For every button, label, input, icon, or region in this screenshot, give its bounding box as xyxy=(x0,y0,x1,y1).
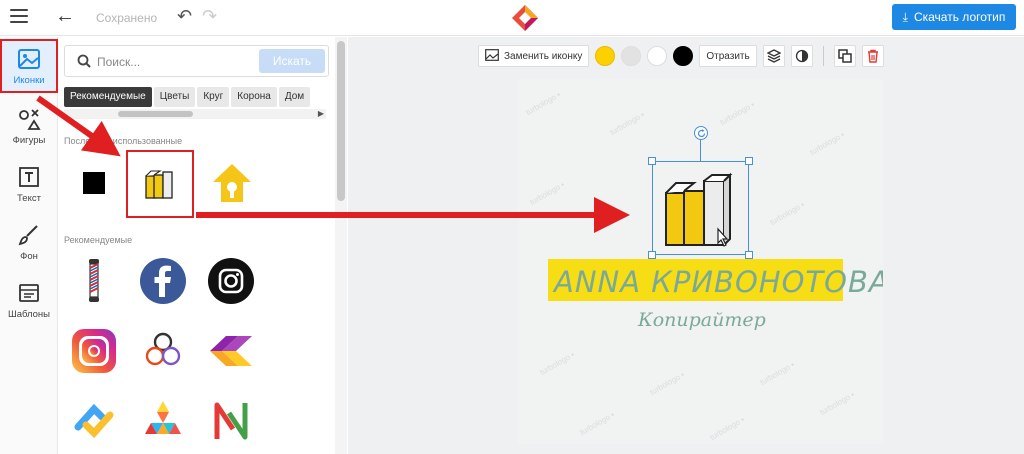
search-input[interactable] xyxy=(97,52,257,72)
category-tab[interactable]: Цветы xyxy=(153,87,196,107)
instagram-black-icon[interactable] xyxy=(205,255,257,307)
text-icon xyxy=(16,164,42,190)
color-swatch-white[interactable] xyxy=(647,46,668,66)
templates-icon xyxy=(16,280,42,306)
rail-item-label: Фон xyxy=(20,251,38,262)
category-tab[interactable]: Рекомендуемые xyxy=(64,87,152,107)
category-scrollbar[interactable]: ▶ xyxy=(64,109,326,119)
link-knot-icon[interactable] xyxy=(68,395,120,447)
color-swatch-yellow[interactable] xyxy=(595,46,616,66)
replace-icon-label: Заменить иконку xyxy=(504,50,583,62)
resize-handle[interactable] xyxy=(745,157,753,165)
category-tab[interactable]: Круг xyxy=(197,87,230,107)
mirror-button[interactable]: Отразить xyxy=(699,45,757,67)
toolbar-divider xyxy=(822,46,824,66)
editor-workspace: Заменить иконку Отразить turbologo ▪ tur… xyxy=(348,37,1024,454)
watermark: turbologo ▪ xyxy=(768,199,807,228)
watermark: turbologo ▪ xyxy=(718,99,757,128)
rail-item-icons[interactable]: Иконки xyxy=(0,39,58,93)
hamburger-menu-icon[interactable] xyxy=(10,9,28,25)
watermark: turbologo ▪ xyxy=(608,109,647,138)
watermark: turbologo ▪ xyxy=(524,89,563,118)
barber-pole-icon[interactable] xyxy=(68,255,120,307)
recommended-section-title: Рекомендуемые xyxy=(64,235,133,245)
abstract-chevron-icon[interactable] xyxy=(205,325,257,377)
color-swatch-gray[interactable] xyxy=(621,46,642,66)
back-arrow-icon[interactable]: ← xyxy=(55,6,75,26)
recent-section-title: Последние использованные xyxy=(64,136,183,146)
icon-toolbar: Заменить иконку Отразить xyxy=(478,43,884,69)
triquetra-icon[interactable] xyxy=(137,325,189,377)
layers-icon[interactable] xyxy=(762,45,785,67)
watermark: turbologo ▪ xyxy=(708,414,747,443)
category-tab[interactable]: Корона xyxy=(231,87,277,107)
watermark: turbologo ▪ xyxy=(538,349,577,378)
instagram-color-icon[interactable] xyxy=(68,325,120,377)
rotate-handle-icon[interactable] xyxy=(694,126,708,140)
download-logo-label: Скачать логотип xyxy=(913,10,1006,24)
rail-item-label: Шаблоны xyxy=(7,309,50,320)
left-rail: Иконки Фигуры Текст Фон Шаблоны xyxy=(0,37,58,454)
resize-handle[interactable] xyxy=(648,157,656,165)
resize-handle[interactable] xyxy=(745,251,753,259)
logo-canvas[interactable]: turbologo ▪ turbologo ▪ turbologo ▪ turb… xyxy=(518,79,883,444)
rotation-line xyxy=(700,140,701,161)
selection-box[interactable] xyxy=(652,161,749,255)
rail-item-label: Текст xyxy=(17,193,41,204)
triangle-mosaic-icon[interactable] xyxy=(137,395,189,447)
panel-scrollbar[interactable] xyxy=(335,37,347,454)
recent-square-icon[interactable] xyxy=(68,157,120,209)
watermark: turbologo ▪ xyxy=(648,369,687,398)
category-tab[interactable]: Дом xyxy=(278,87,311,107)
saved-status: Сохранено xyxy=(96,11,158,25)
letter-n-logo-icon[interactable] xyxy=(205,395,257,447)
download-logo-button[interactable]: ⤓ Скачать логотип xyxy=(892,4,1016,30)
search-button[interactable]: Искать xyxy=(259,49,325,73)
color-swatch-black[interactable] xyxy=(673,46,694,66)
image-icon xyxy=(16,46,42,72)
icons-panel: Искать РекомендуемыеЦветыКругКоронаДом ▶… xyxy=(58,37,348,454)
top-bar: ← Сохранено ↶ ↷ ⤓ Скачать логотип xyxy=(0,0,1024,36)
facebook-icon[interactable] xyxy=(137,255,189,307)
logo-subtitle-text[interactable]: Копирайтер xyxy=(638,309,766,331)
rail-item-templates[interactable]: Шаблоны xyxy=(0,273,58,327)
recent-house-icon[interactable] xyxy=(206,157,258,209)
contrast-icon[interactable] xyxy=(790,45,813,67)
shapes-icon xyxy=(16,106,42,132)
scrollbar-thumb[interactable] xyxy=(337,41,345,201)
category-tabs: Рекомендуемые Цветы Круг Корона Дом xyxy=(64,87,326,107)
redo-icon[interactable]: ↷ xyxy=(202,6,217,27)
rail-item-text[interactable]: Текст xyxy=(0,157,58,211)
rail-item-label: Фигуры xyxy=(12,135,46,146)
watermark: turbologo ▪ xyxy=(808,129,847,158)
replace-icon-button[interactable]: Заменить иконку xyxy=(478,45,590,67)
scroll-right-icon[interactable]: ▶ xyxy=(318,109,324,119)
duplicate-icon[interactable] xyxy=(833,45,856,67)
brush-icon xyxy=(16,222,42,248)
watermark: turbologo ▪ xyxy=(528,179,567,208)
search-box: Искать xyxy=(64,45,329,77)
scrollbar-thumb[interactable] xyxy=(118,111,193,117)
search-icon xyxy=(77,54,91,68)
rail-item-background[interactable]: Фон xyxy=(0,215,58,269)
undo-icon[interactable]: ↶ xyxy=(177,6,192,27)
brand-logo-icon xyxy=(512,5,538,31)
resize-handle[interactable] xyxy=(648,251,656,259)
watermark: turbologo ▪ xyxy=(818,389,857,418)
rail-item-label: Иконки xyxy=(13,75,45,86)
image-icon xyxy=(485,48,499,64)
trash-icon[interactable] xyxy=(861,45,884,67)
logo-name-text[interactable]: ANNA КРИВОНОТОВА xyxy=(554,265,883,299)
rail-item-shapes[interactable]: Фигуры xyxy=(0,99,58,153)
watermark: turbologo ▪ xyxy=(758,359,797,388)
recent-books-icon[interactable] xyxy=(126,150,194,218)
watermark: turbologo ▪ xyxy=(578,409,617,438)
download-icon: ⤓ xyxy=(902,9,908,24)
